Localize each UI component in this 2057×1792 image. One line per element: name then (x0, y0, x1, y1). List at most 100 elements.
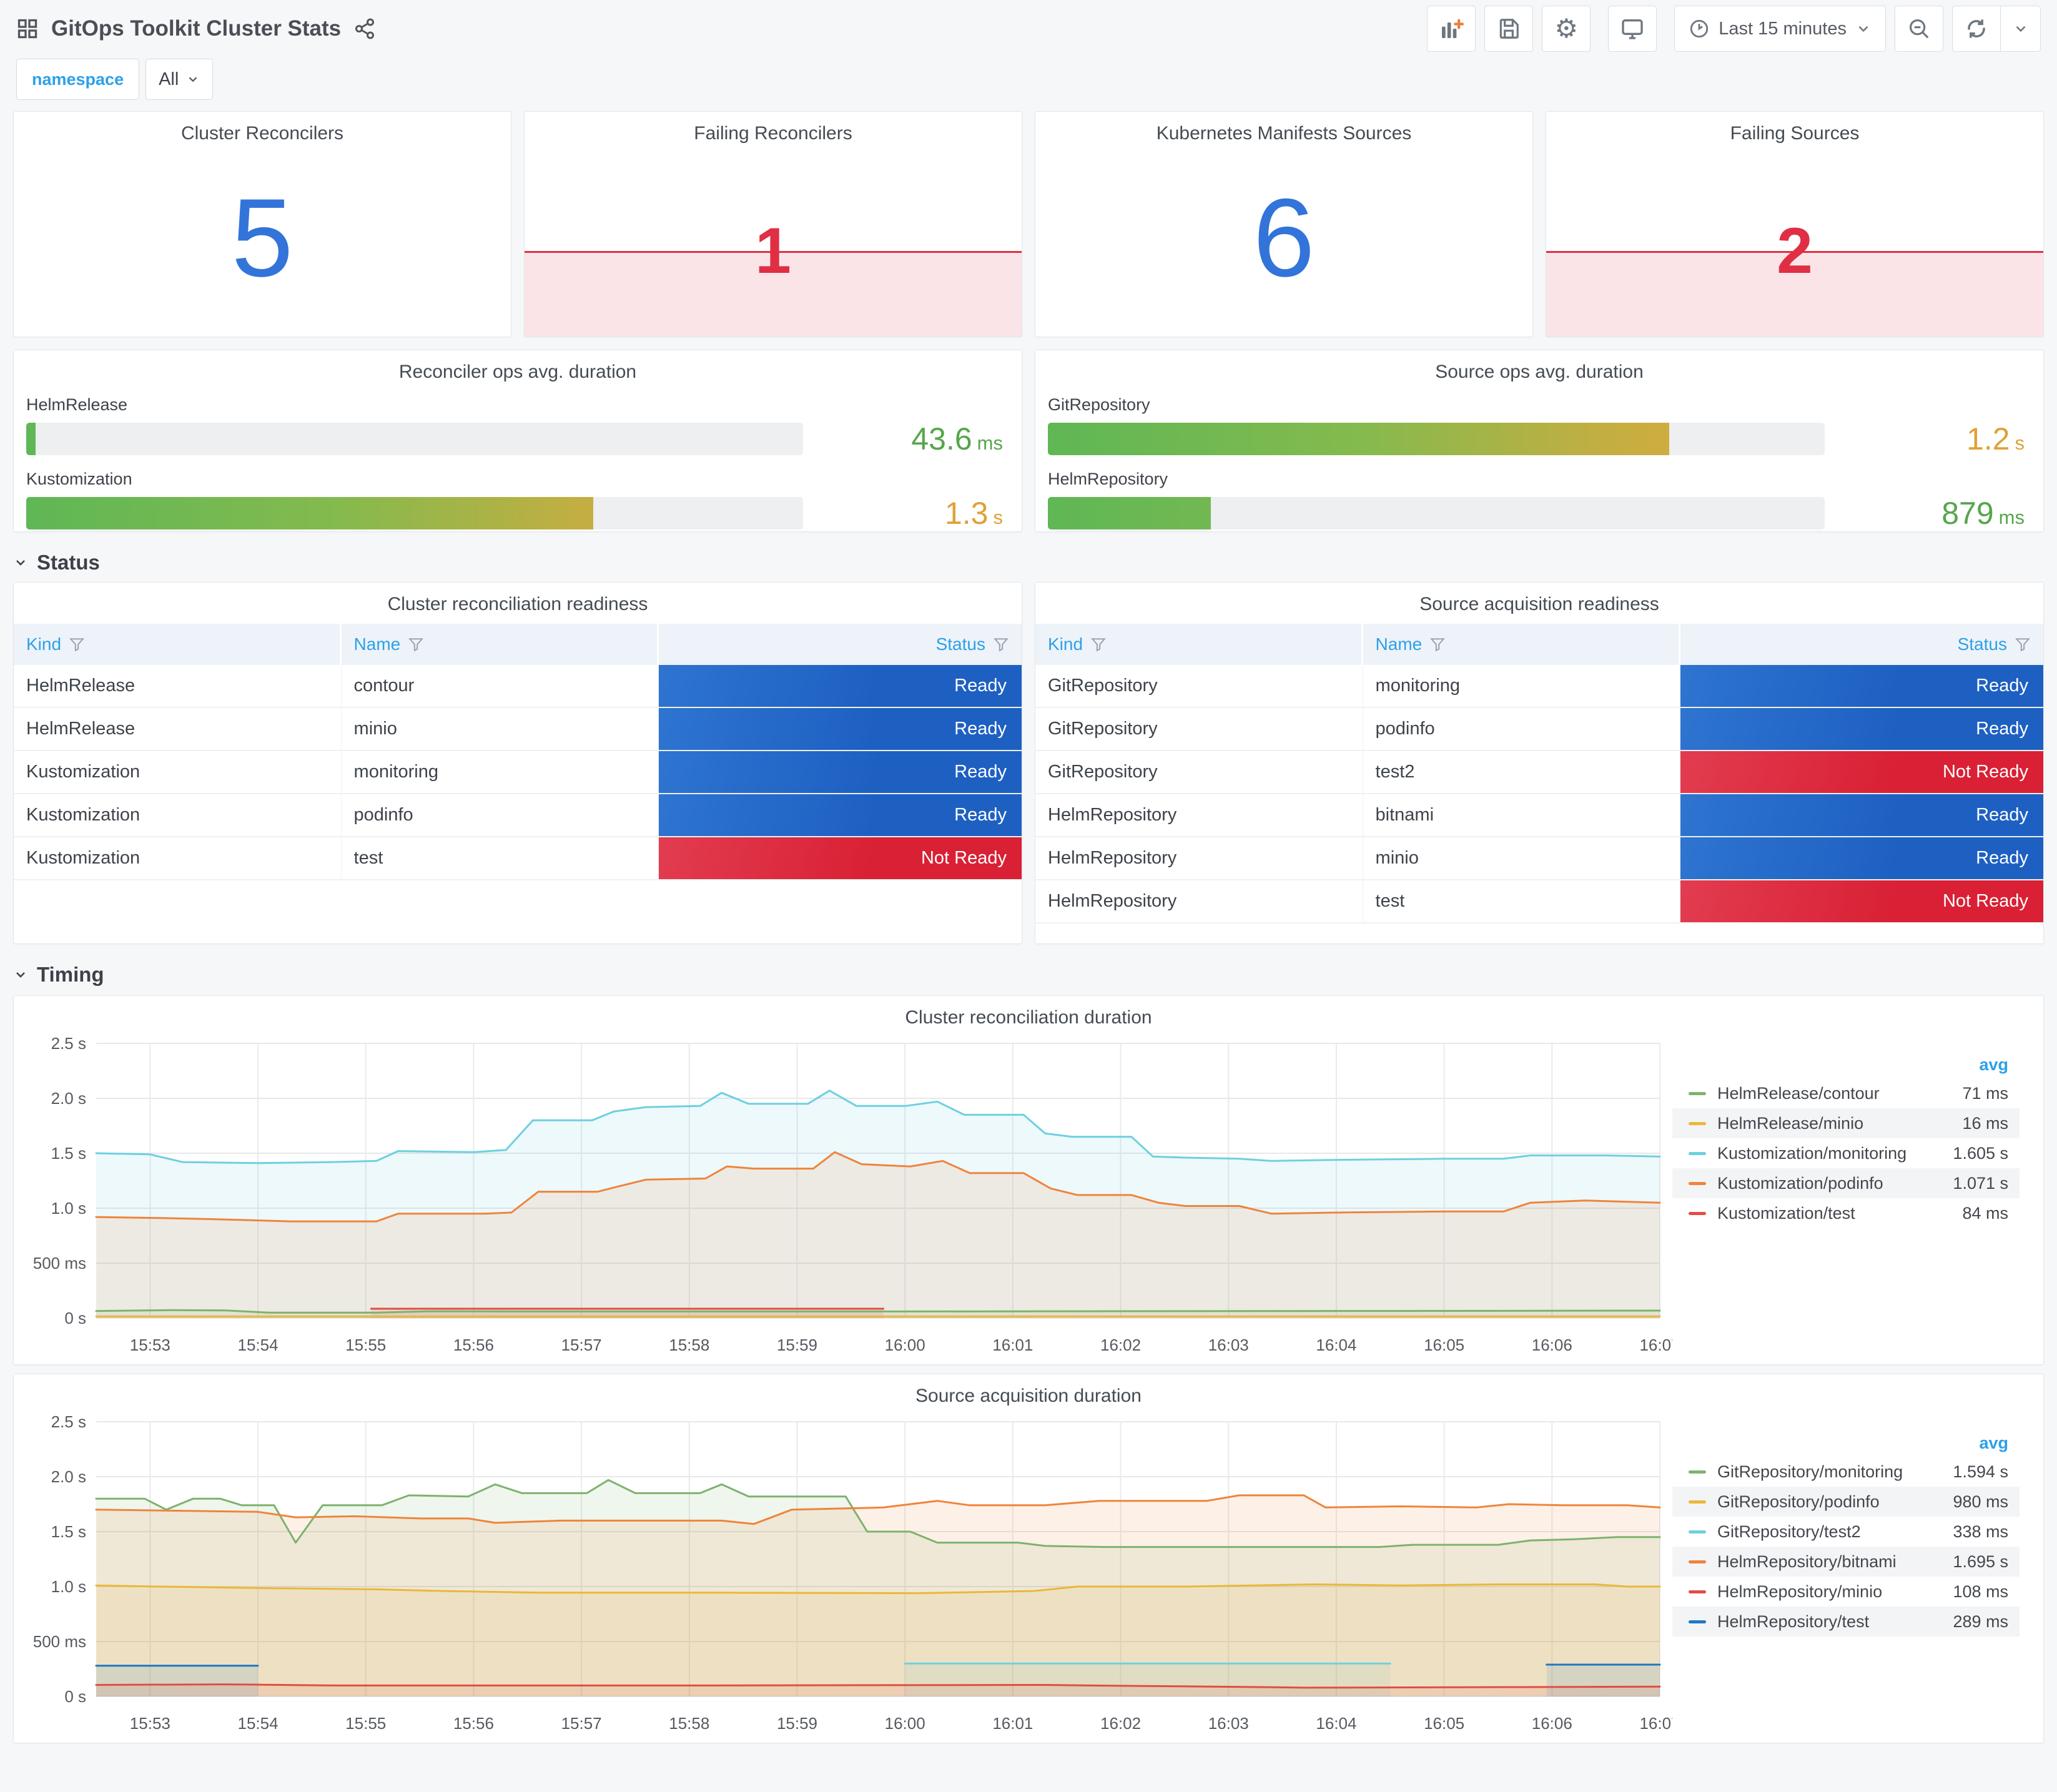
panel-title[interactable]: Cluster Reconcilers (14, 112, 511, 144)
legend-series-name[interactable]: Kustomization/test (1717, 1204, 1908, 1223)
cell-kind: HelmRepository (1035, 794, 1363, 836)
section-status-label: Status (37, 551, 100, 574)
chart-legend: avg GitRepository/monitoring 1.594 s GitRe… (1672, 1407, 2026, 1743)
legend-item: HelmRepository/bitnami 1.695 s (1672, 1547, 2020, 1577)
svg-text:16:01: 16:01 (992, 1336, 1033, 1354)
legend-series-name[interactable]: HelmRepository/test (1717, 1612, 1908, 1632)
refresh-button[interactable] (1952, 6, 2001, 52)
time-series-plot[interactable]: 0 s 500 ms 1.0 s 1.5 s 2.0 s 2.5 s 15:53 15:54 1… (17, 1408, 1672, 1743)
panel-add-icon (1439, 16, 1464, 41)
bar-gauge-fill (26, 497, 594, 529)
legend-series-name[interactable]: HelmRelease/contour (1717, 1084, 1908, 1103)
cell-kind: Kustomization (14, 751, 342, 793)
cell-kind: GitRepository (1035, 751, 1363, 793)
bar-gauge-track (26, 423, 803, 455)
stat-value: 2 (1777, 215, 1813, 288)
cell-name: minio (342, 708, 659, 750)
variable-namespace-selected: All (159, 69, 179, 89)
cell-kind: GitRepository (1035, 708, 1363, 750)
legend-series-color (1689, 1121, 1706, 1125)
refresh-interval-dropdown[interactable] (2001, 6, 2041, 52)
legend-series-name[interactable]: HelmRepository/minio (1717, 1582, 1908, 1602)
legend-series-name[interactable]: HelmRelease/minio (1717, 1114, 1908, 1133)
bar-gauge-value: 43.6 ms (911, 421, 1003, 456)
panel-title[interactable]: Failing Sources (1546, 112, 2043, 144)
bar-gauge-row: HelmRelease 43.6 ms (26, 395, 1009, 457)
svg-text:16:02: 16:02 (1100, 1714, 1141, 1733)
column-header-name[interactable]: Name (342, 624, 659, 665)
share-icon[interactable] (353, 17, 376, 40)
svg-text:2.5 s: 2.5 s (51, 1034, 86, 1053)
filter-icon[interactable] (1090, 636, 1107, 652)
save-dashboard-button[interactable] (1484, 6, 1534, 52)
panel-title[interactable]: Source acquisition duration (14, 1374, 2043, 1407)
legend-series-avg: 980 ms (1953, 1492, 2008, 1511)
variable-namespace-value[interactable]: All (146, 59, 214, 100)
zoom-out-button[interactable] (1895, 6, 1943, 52)
filter-icon[interactable] (408, 636, 424, 652)
status-badge: Not Ready (1680, 751, 2043, 793)
svg-text:15:56: 15:56 (453, 1336, 494, 1354)
panel-title[interactable]: Source ops avg. duration (1048, 350, 2031, 383)
svg-text:16:00: 16:00 (885, 1714, 925, 1733)
filter-icon[interactable] (69, 636, 85, 652)
svg-text:15:55: 15:55 (345, 1714, 386, 1733)
svg-text:15:59: 15:59 (777, 1336, 817, 1354)
legend-item: HelmRepository/test 289 ms (1672, 1607, 2020, 1637)
column-header-name[interactable]: Name (1363, 624, 1680, 665)
table-row: Kustomization podinfo Ready (14, 794, 1022, 837)
legend-avg-header[interactable]: avg (1672, 1051, 2020, 1078)
column-header-status[interactable]: Status (659, 624, 1022, 665)
dashboard-settings-button[interactable]: ⚙ (1542, 6, 1591, 52)
column-header-status[interactable]: Status (1680, 624, 2043, 665)
bar-gauge-label: Kustomization (26, 470, 132, 488)
cell-name: podinfo (342, 794, 659, 836)
cell-kind: HelmRepository (1035, 837, 1363, 879)
legend-series-name[interactable]: GitRepository/podinfo (1717, 1492, 1908, 1512)
svg-text:16:05: 16:05 (1424, 1336, 1464, 1354)
table-row: GitRepository test2 Not Ready (1035, 751, 2043, 794)
stat-value: 5 (231, 175, 294, 300)
cell-kind: GitRepository (1035, 665, 1363, 707)
column-header-kind[interactable]: Kind (14, 624, 342, 665)
panel-title[interactable]: Cluster reconciliation readiness (14, 583, 1022, 615)
add-panel-button[interactable] (1427, 6, 1476, 52)
svg-text:16:06: 16:06 (1532, 1714, 1572, 1733)
section-status[interactable]: Status (13, 551, 2044, 574)
svg-text:16:04: 16:04 (1316, 1714, 1356, 1733)
legend-series-avg: 1.695 s (1953, 1552, 2008, 1571)
svg-text:15:59: 15:59 (777, 1714, 817, 1733)
panel-title[interactable]: Reconciler ops avg. duration (26, 350, 1009, 383)
time-range-picker[interactable]: Last 15 minutes (1674, 6, 1886, 52)
stat-panel-cluster-reconcilers: Cluster Reconcilers 5 (13, 111, 511, 337)
filter-icon[interactable] (2015, 636, 2031, 652)
legend-avg-header[interactable]: avg (1672, 1429, 2020, 1457)
table-row: HelmRepository bitnami Ready (1035, 794, 2043, 837)
filter-icon[interactable] (1429, 636, 1446, 652)
save-icon (1497, 17, 1521, 41)
panel-title[interactable]: Failing Reconcilers (525, 112, 1022, 144)
refresh-icon (1965, 17, 1988, 41)
cell-name: bitnami (1363, 794, 1680, 836)
filter-icon[interactable] (993, 636, 1009, 652)
table-row: HelmRepository minio Ready (1035, 837, 2043, 880)
apps-grid-icon[interactable] (16, 17, 39, 40)
column-header-kind[interactable]: Kind (1035, 624, 1363, 665)
legend-series-name[interactable]: Kustomization/monitoring (1717, 1144, 1908, 1163)
time-series-plot[interactable]: 0 s 500 ms 1.0 s 1.5 s 2.0 s 2.5 s 15:53 15:54 1… (17, 1030, 1672, 1364)
cell-name: test (1363, 880, 1680, 922)
legend-item: GitRepository/test2 338 ms (1672, 1517, 2020, 1547)
legend-series-name[interactable]: Kustomization/podinfo (1717, 1174, 1908, 1193)
legend-series-name[interactable]: HelmRepository/bitnami (1717, 1552, 1908, 1572)
legend-item: HelmRepository/minio 108 ms (1672, 1577, 2020, 1607)
legend-series-name[interactable]: GitRepository/monitoring (1717, 1462, 1908, 1482)
legend-series-name[interactable]: GitRepository/test2 (1717, 1522, 1908, 1542)
panel-title[interactable]: Source acquisition readiness (1035, 583, 2043, 615)
panel-title[interactable]: Cluster reconciliation duration (14, 996, 2043, 1028)
panel-title[interactable]: Kubernetes Manifests Sources (1035, 112, 1532, 144)
column-label: Kind (26, 634, 62, 654)
variable-namespace-label[interactable]: namespace (16, 59, 140, 100)
section-timing[interactable]: Timing (13, 963, 2044, 987)
svg-text:16:02: 16:02 (1100, 1336, 1141, 1354)
cycle-view-mode-button[interactable] (1608, 6, 1657, 52)
